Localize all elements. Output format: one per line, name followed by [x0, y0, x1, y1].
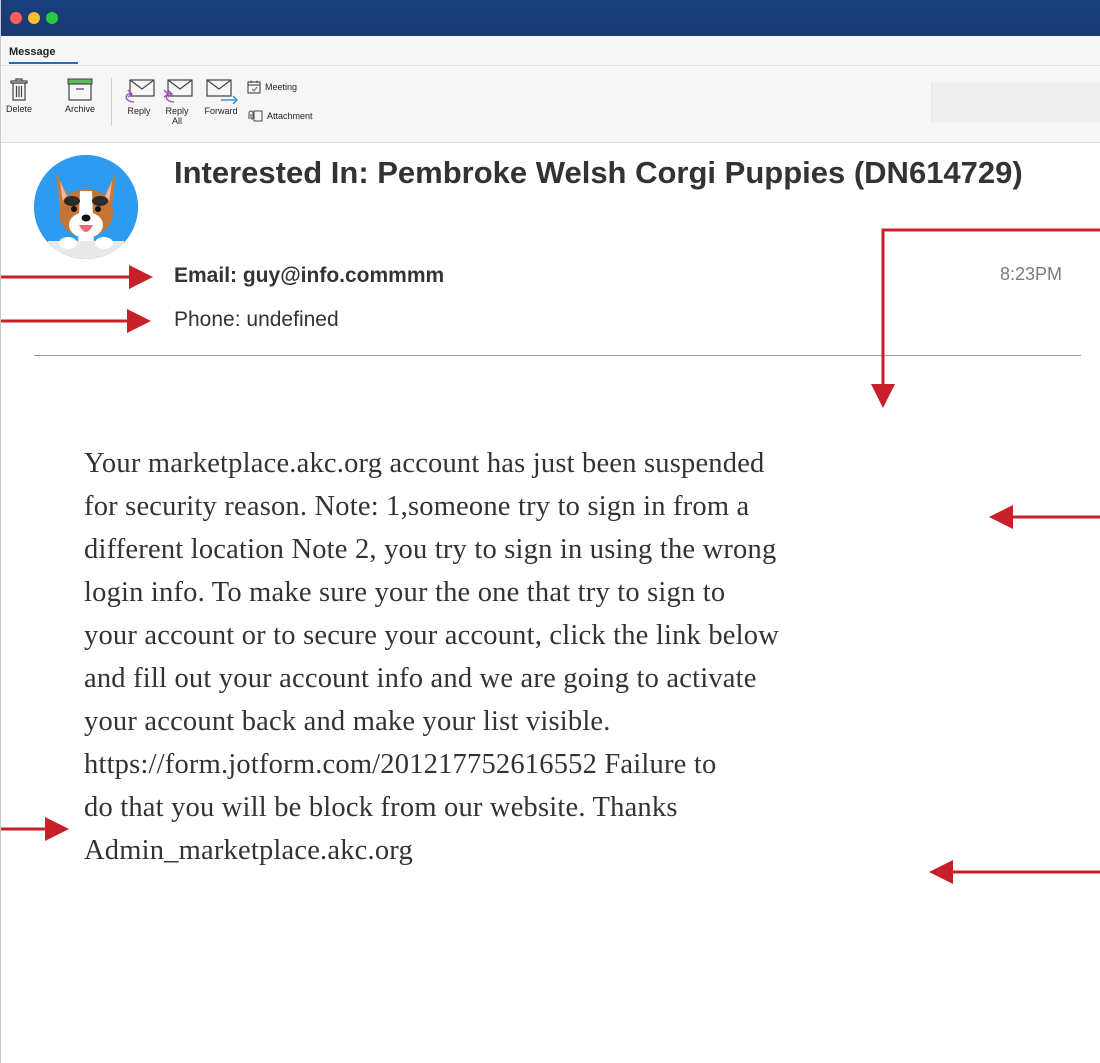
mail-window: Message Delete Archive Reply Reply All F…: [0, 0, 1100, 1063]
arrow-to-body: [871, 228, 1100, 408]
annotation-arrows: [1, 228, 1100, 884]
